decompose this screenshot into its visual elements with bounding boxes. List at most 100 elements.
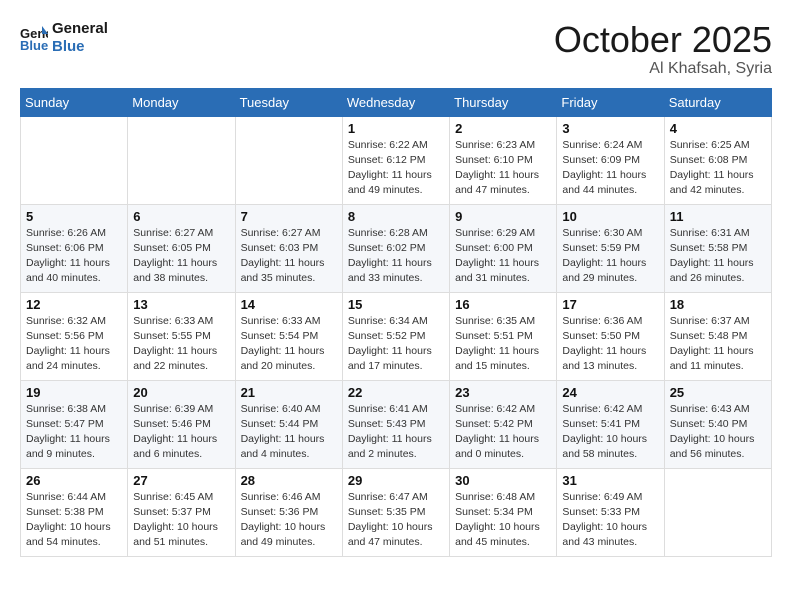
calendar-cell: 19 Sunrise: 6:38 AM Sunset: 5:47 PM Dayli… — [21, 380, 128, 468]
day-number: 9 — [455, 209, 551, 224]
day-number: 27 — [133, 473, 229, 488]
calendar-cell: 6Sunrise: 6:27 AM Sunset: 6:05 PM Daylig… — [128, 204, 235, 292]
calendar-cell: 31Sunrise: 6:49 AM Sunset: 5:33 PM Dayli… — [557, 468, 664, 556]
weekday-header: Tuesday — [235, 88, 342, 116]
day-number: 31 — [562, 473, 658, 488]
day-number: 25 — [670, 385, 766, 400]
calendar-cell: 21Sunrise: 6:40 AM Sunset: 5:44 PM Dayli… — [235, 380, 342, 468]
calendar-cell: 10 Sunrise: 6:30 AM Sunset: 5:59 PM Dayli… — [557, 204, 664, 292]
calendar-cell: 2 Sunrise: 6:23 AM Sunset: 6:10 PM Daylig… — [450, 116, 557, 204]
calendar-cell — [664, 468, 771, 556]
day-info: Sunrise: 6:45 AM Sunset: 5:37 PM Dayligh… — [133, 490, 229, 551]
weekday-header: Monday — [128, 88, 235, 116]
day-number: 29 — [348, 473, 444, 488]
logo-icon: General Blue — [20, 24, 48, 52]
calendar-cell — [21, 116, 128, 204]
calendar-cell: 16 Sunrise: 6:35 AM Sunset: 5:51 PM Dayli… — [450, 292, 557, 380]
calendar-week-row: 5Sunrise: 6:26 AM Sunset: 6:06 PM Daylig… — [21, 204, 772, 292]
calendar-cell: 28 Sunrise: 6:46 AM Sunset: 5:36 PM Dayli… — [235, 468, 342, 556]
day-info: Sunrise: 6:37 AM Sunset: 5:48 PM Dayligh… — [670, 314, 766, 375]
weekday-header: Wednesday — [342, 88, 449, 116]
day-number: 21 — [241, 385, 337, 400]
day-info: Sunrise: 6:42 AM Sunset: 5:42 PM Dayligh… — [455, 402, 551, 463]
calendar-cell: 15Sunrise: 6:34 AM Sunset: 5:52 PM Dayli… — [342, 292, 449, 380]
day-number: 5 — [26, 209, 122, 224]
calendar-cell: 13Sunrise: 6:33 AM Sunset: 5:55 PM Dayli… — [128, 292, 235, 380]
calendar-table: SundayMondayTuesdayWednesdayThursdayFrid… — [20, 88, 772, 557]
logo: General Blue General Blue — [20, 20, 108, 56]
calendar-cell: 27 Sunrise: 6:45 AM Sunset: 5:37 PM Dayli… — [128, 468, 235, 556]
calendar-cell: 24 Sunrise: 6:42 AM Sunset: 5:41 PM Dayli… — [557, 380, 664, 468]
calendar-cell: 3Sunrise: 6:24 AM Sunset: 6:09 PM Daylig… — [557, 116, 664, 204]
day-info: Sunrise: 6:35 AM Sunset: 5:51 PM Dayligh… — [455, 314, 551, 375]
calendar-cell: 22Sunrise: 6:41 AM Sunset: 5:43 PM Dayli… — [342, 380, 449, 468]
day-info: Sunrise: 6:42 AM Sunset: 5:41 PM Dayligh… — [562, 402, 658, 463]
svg-text:Blue: Blue — [20, 38, 48, 52]
calendar-header-row: SundayMondayTuesdayWednesdayThursdayFrid… — [21, 88, 772, 116]
calendar-cell: 29 Sunrise: 6:47 AM Sunset: 5:35 PM Dayli… — [342, 468, 449, 556]
calendar-cell: 25 Sunrise: 6:43 AM Sunset: 5:40 PM Dayli… — [664, 380, 771, 468]
day-number: 28 — [241, 473, 337, 488]
day-info: Sunrise: 6:33 AM Sunset: 5:55 PM Dayligh… — [133, 314, 229, 375]
calendar-cell: 7Sunrise: 6:27 AM Sunset: 6:03 PM Daylig… — [235, 204, 342, 292]
day-number: 30 — [455, 473, 551, 488]
calendar-cell: 4 Sunrise: 6:25 AM Sunset: 6:08 PM Daylig… — [664, 116, 771, 204]
day-number: 23 — [455, 385, 551, 400]
calendar-cell: 26 Sunrise: 6:44 AM Sunset: 5:38 PM Dayli… — [21, 468, 128, 556]
weekday-header: Thursday — [450, 88, 557, 116]
calendar-cell: 9 Sunrise: 6:29 AM Sunset: 6:00 PM Daylig… — [450, 204, 557, 292]
day-info: Sunrise: 6:33 AM Sunset: 5:54 PM Dayligh… — [241, 314, 337, 375]
calendar-week-row: 1 Sunrise: 6:22 AM Sunset: 6:12 PM Daylig… — [21, 116, 772, 204]
day-info: Sunrise: 6:43 AM Sunset: 5:40 PM Dayligh… — [670, 402, 766, 463]
day-number: 18 — [670, 297, 766, 312]
location-title: Al Khafsah, Syria — [554, 60, 772, 78]
day-number: 24 — [562, 385, 658, 400]
day-info: Sunrise: 6:25 AM Sunset: 6:08 PM Dayligh… — [670, 138, 766, 199]
calendar-week-row: 26 Sunrise: 6:44 AM Sunset: 5:38 PM Dayli… — [21, 468, 772, 556]
day-info: Sunrise: 6:34 AM Sunset: 5:52 PM Dayligh… — [348, 314, 444, 375]
calendar-week-row: 19 Sunrise: 6:38 AM Sunset: 5:47 PM Dayli… — [21, 380, 772, 468]
page-header: General Blue General Blue October 2025 A… — [20, 20, 772, 78]
calendar-cell — [128, 116, 235, 204]
day-info: Sunrise: 6:27 AM Sunset: 6:05 PM Dayligh… — [133, 226, 229, 287]
day-number: 22 — [348, 385, 444, 400]
month-title: October 2025 — [554, 20, 772, 60]
weekday-header: Friday — [557, 88, 664, 116]
day-info: Sunrise: 6:22 AM Sunset: 6:12 PM Dayligh… — [348, 138, 444, 199]
day-number: 12 — [26, 297, 122, 312]
logo-text-general: General — [52, 20, 108, 37]
day-number: 19 — [26, 385, 122, 400]
calendar-cell: 23 Sunrise: 6:42 AM Sunset: 5:42 PM Dayli… — [450, 380, 557, 468]
day-info: Sunrise: 6:30 AM Sunset: 5:59 PM Dayligh… — [562, 226, 658, 287]
weekday-header: Sunday — [21, 88, 128, 116]
calendar-week-row: 12 Sunrise: 6:32 AM Sunset: 5:56 PM Dayli… — [21, 292, 772, 380]
day-info: Sunrise: 6:38 AM Sunset: 5:47 PM Dayligh… — [26, 402, 122, 463]
day-info: Sunrise: 6:28 AM Sunset: 6:02 PM Dayligh… — [348, 226, 444, 287]
calendar-cell: 20Sunrise: 6:39 AM Sunset: 5:46 PM Dayli… — [128, 380, 235, 468]
day-info: Sunrise: 6:29 AM Sunset: 6:00 PM Dayligh… — [455, 226, 551, 287]
day-info: Sunrise: 6:48 AM Sunset: 5:34 PM Dayligh… — [455, 490, 551, 551]
day-number: 14 — [241, 297, 337, 312]
day-number: 26 — [26, 473, 122, 488]
day-info: Sunrise: 6:32 AM Sunset: 5:56 PM Dayligh… — [26, 314, 122, 375]
calendar-cell: 8Sunrise: 6:28 AM Sunset: 6:02 PM Daylig… — [342, 204, 449, 292]
day-info: Sunrise: 6:23 AM Sunset: 6:10 PM Dayligh… — [455, 138, 551, 199]
calendar-cell: 11Sunrise: 6:31 AM Sunset: 5:58 PM Dayli… — [664, 204, 771, 292]
calendar-cell: 1 Sunrise: 6:22 AM Sunset: 6:12 PM Daylig… — [342, 116, 449, 204]
day-number: 10 — [562, 209, 658, 224]
calendar-cell: 17Sunrise: 6:36 AM Sunset: 5:50 PM Dayli… — [557, 292, 664, 380]
day-info: Sunrise: 6:46 AM Sunset: 5:36 PM Dayligh… — [241, 490, 337, 551]
day-number: 16 — [455, 297, 551, 312]
calendar-cell — [235, 116, 342, 204]
calendar-cell: 18 Sunrise: 6:37 AM Sunset: 5:48 PM Dayli… — [664, 292, 771, 380]
day-info: Sunrise: 6:24 AM Sunset: 6:09 PM Dayligh… — [562, 138, 658, 199]
day-number: 4 — [670, 121, 766, 136]
logo-text-blue: Blue — [52, 38, 108, 56]
day-number: 1 — [348, 121, 444, 136]
weekday-header: Saturday — [664, 88, 771, 116]
title-block: October 2025 Al Khafsah, Syria — [554, 20, 772, 78]
day-info: Sunrise: 6:47 AM Sunset: 5:35 PM Dayligh… — [348, 490, 444, 551]
day-info: Sunrise: 6:31 AM Sunset: 5:58 PM Dayligh… — [670, 226, 766, 287]
day-number: 2 — [455, 121, 551, 136]
day-info: Sunrise: 6:44 AM Sunset: 5:38 PM Dayligh… — [26, 490, 122, 551]
